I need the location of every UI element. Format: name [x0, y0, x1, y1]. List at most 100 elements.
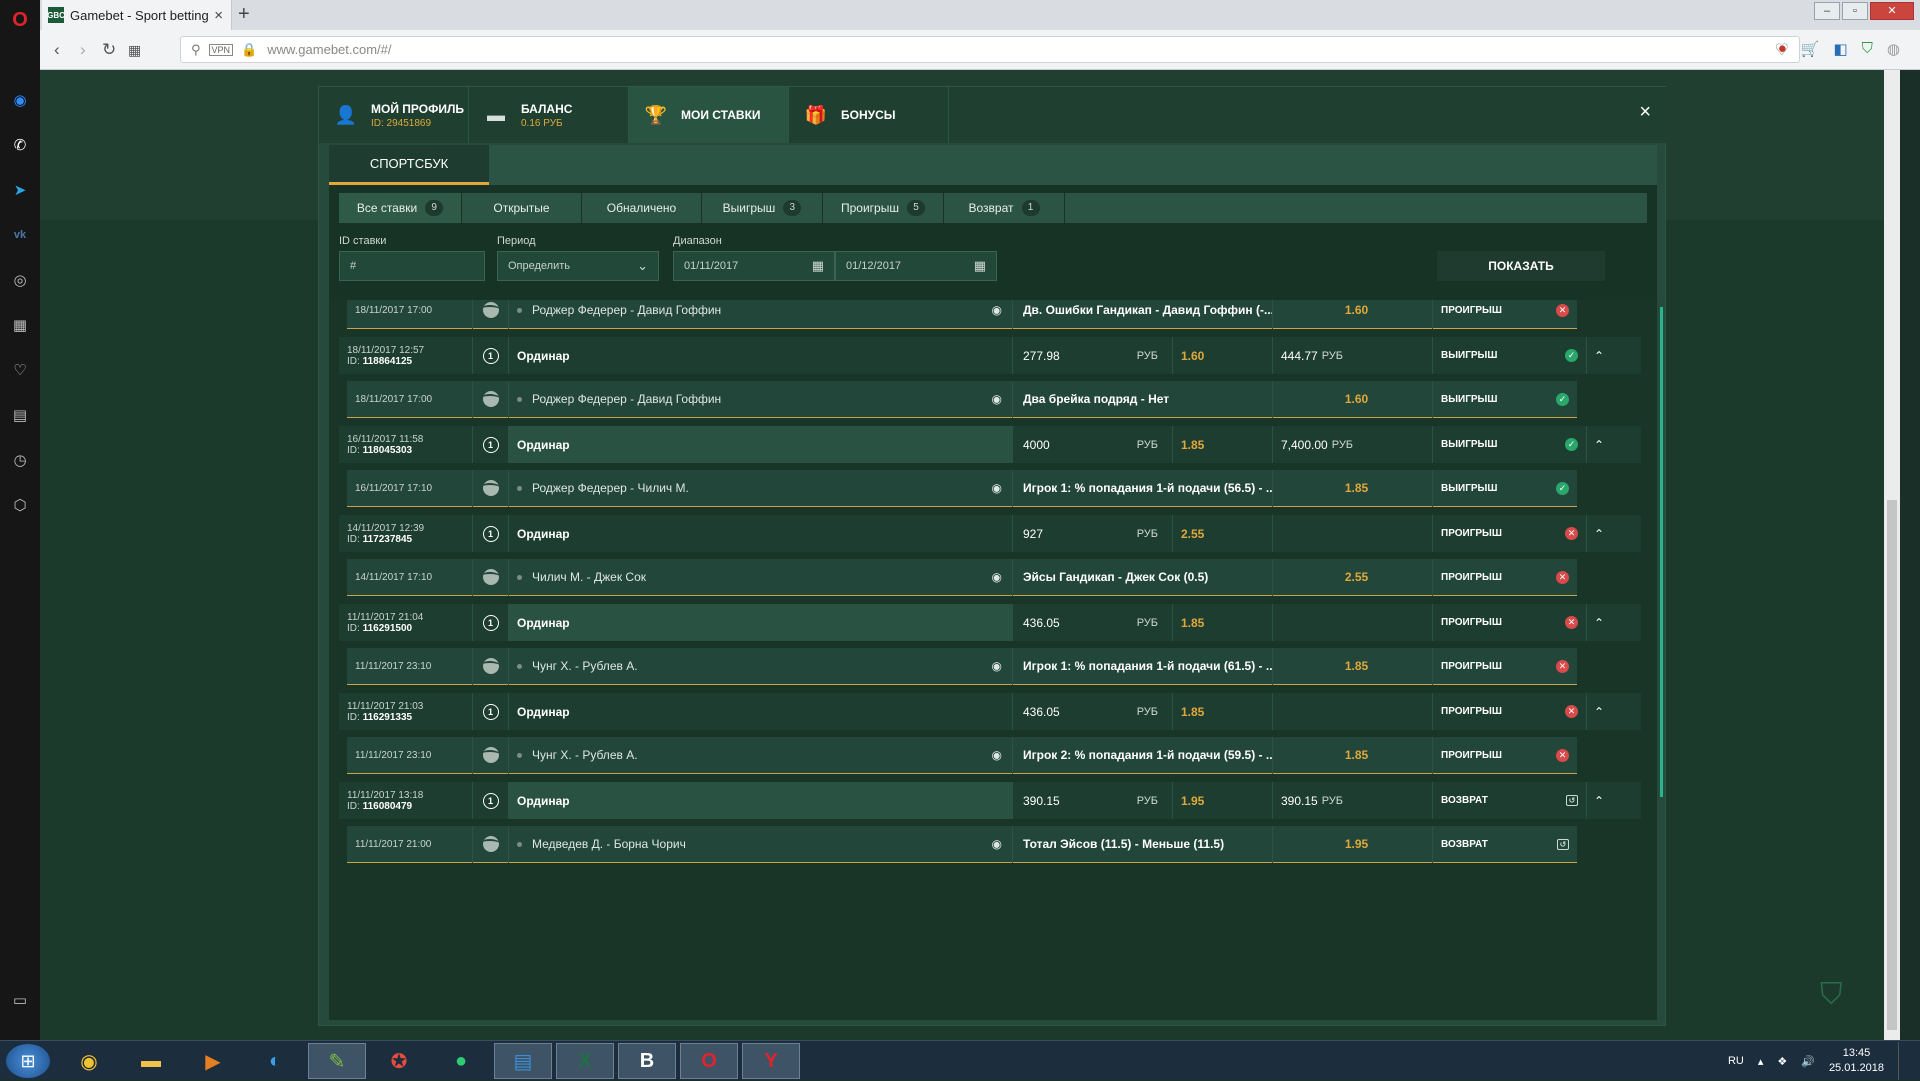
bet-row[interactable]: 18/11/2017 12:57 ID: 118864125 1 Ординар 277… — [339, 337, 1641, 374]
filter-tab-cashed[interactable]: Обналичено — [582, 193, 702, 223]
messenger-icon[interactable]: ◉ — [8, 88, 32, 112]
info-icon[interactable]: ◉ — [992, 392, 1002, 406]
market: Эйсы Гандикап - Джек Сок (0.5) — [1013, 558, 1273, 596]
news-icon[interactable]: ▤ — [8, 403, 32, 427]
modal-close-icon[interactable]: × — [1639, 101, 1651, 124]
period-select[interactable]: Определить ⌄ — [497, 251, 659, 281]
game-app-icon[interactable]: ✪ — [370, 1043, 428, 1079]
info-icon[interactable]: ◉ — [992, 570, 1002, 584]
media-player-icon[interactable]: ▶ — [184, 1043, 242, 1079]
show-desktop-button[interactable] — [1898, 1042, 1910, 1080]
return-icon: ↺ — [1557, 838, 1569, 850]
back-icon[interactable]: ‹ — [54, 40, 60, 60]
speed-dial-icon[interactable]: ▦ — [128, 42, 141, 59]
vpn-badge[interactable]: VPN — [208, 43, 234, 56]
tab-sportsbook[interactable]: СПОРТСБУК — [329, 145, 489, 185]
collapse-chevron-icon[interactable]: ⌃ — [1587, 515, 1611, 552]
bet-id-value: 116291335 — [362, 711, 413, 723]
lock-icon[interactable]: 🔒 — [241, 42, 257, 58]
melon-app-icon[interactable]: ● — [432, 1043, 490, 1079]
notes-app-icon[interactable]: ✎ — [308, 1043, 366, 1079]
camera-icon[interactable]: ◎ — [8, 268, 32, 292]
collapse-chevron-icon[interactable]: ⌃ — [1587, 604, 1611, 641]
scroll-thumb[interactable] — [1887, 500, 1897, 1030]
folder-icon[interactable]: ▬ — [122, 1043, 180, 1079]
tray-arrow-icon[interactable]: ▴ — [1758, 1055, 1764, 1068]
clock[interactable]: 13:45 25.01.2018 — [1829, 1046, 1884, 1076]
extensions-cube-icon[interactable]: ⬡ — [8, 493, 32, 517]
whatsapp-icon[interactable]: ✆ — [8, 133, 32, 157]
cross-icon: ✕ — [1556, 303, 1569, 317]
volume-icon[interactable]: 🔊 — [1801, 1055, 1815, 1068]
list-scroll-indicator[interactable] — [1660, 307, 1663, 797]
bet-row[interactable]: 11/11/2017 21:04 ID: 116291500 1 Ординар 436… — [339, 604, 1641, 641]
tennis-ball-icon — [482, 569, 499, 585]
vk-icon[interactable]: vk — [8, 223, 32, 247]
maximize-icon[interactable]: ▫ — [1842, 2, 1868, 20]
tab-bonuses[interactable]: 🎁 БОНУСЫ — [789, 87, 949, 143]
adblock-extension-icon[interactable]: ● — [1778, 40, 1787, 58]
collapse-chevron-icon[interactable]: ⌃ — [1587, 782, 1611, 819]
bet-row[interactable]: 16/11/2017 11:58 ID: 118045303 1 Ординар 400… — [339, 426, 1641, 463]
history-icon[interactable]: ◷ — [8, 448, 32, 472]
yandex-icon[interactable]: Y — [742, 1043, 800, 1079]
bet-row[interactable]: 11/11/2017 21:03 ID: 116291335 1 Ординар 436… — [339, 693, 1641, 730]
minimize-icon[interactable]: – — [1814, 2, 1840, 20]
show-button[interactable]: ПОКАЗАТЬ — [1437, 251, 1605, 281]
date-to-field[interactable]: 01/12/2017 ▦ — [835, 251, 997, 281]
filter-tab-label: Проигрыш — [841, 201, 899, 215]
tab-close-icon[interactable]: × — [214, 7, 223, 24]
new-tab-icon[interactable]: + — [238, 3, 250, 26]
opera-taskbar-icon[interactable]: O — [680, 1043, 738, 1079]
bet-type: Ординар — [509, 337, 1013, 374]
cart-extension-icon[interactable]: 🛒 — [1801, 40, 1820, 58]
sidebar-toggle-icon[interactable]: ▭ — [8, 988, 32, 1012]
globe-icon[interactable]: ◍ — [1887, 40, 1900, 58]
filter-tab-all[interactable]: Все ставки 9 — [339, 193, 462, 223]
tab-balance[interactable]: ▬ БАЛАНС 0.16 РУБ — [469, 87, 629, 143]
info-icon[interactable]: ◉ — [992, 748, 1002, 762]
support-shield-icon[interactable]: ⛉ — [1820, 978, 1854, 1018]
window-close-icon[interactable]: ✕ — [1870, 2, 1914, 20]
chrome-icon[interactable]: ◉ — [60, 1043, 118, 1079]
browser-tab[interactable]: GBC Gamebet - Sport betting × — [42, 0, 232, 30]
telegram-icon[interactable]: ➤ — [8, 178, 32, 202]
bet-row[interactable]: 11/11/2017 13:18 ID: 116080479 1 Ординар 390… — [339, 782, 1641, 819]
info-icon[interactable]: ◉ — [992, 837, 1002, 851]
date-from-field[interactable]: 01/11/2017 ▦ — [673, 251, 835, 281]
ccleaner-icon[interactable]: ◐ — [246, 1043, 304, 1079]
opera-logo-icon[interactable]: O — [8, 8, 32, 32]
calendar-icon[interactable]: ▦ — [974, 258, 986, 274]
selection-odds: 1.60 — [1273, 380, 1433, 418]
info-icon[interactable]: ◉ — [992, 659, 1002, 673]
cross-icon: ✕ — [1556, 570, 1569, 584]
excel-icon[interactable]: X — [556, 1043, 614, 1079]
dropbox-icon[interactable]: ❖ — [1777, 1055, 1787, 1068]
info-icon[interactable]: ◉ — [992, 303, 1002, 317]
shield-extension-icon[interactable]: ⛉ — [1862, 40, 1873, 58]
heart-icon[interactable]: ♡ — [8, 358, 32, 382]
filter-tab-lost[interactable]: Проигрыш 5 — [823, 193, 944, 223]
page-scrollbar[interactable] — [1884, 70, 1900, 1040]
speed-dial-sidebar-icon[interactable]: ▦ — [8, 313, 32, 337]
collapse-chevron-icon[interactable]: ⌃ — [1587, 426, 1611, 463]
file-manager-icon[interactable]: ▤ — [494, 1043, 552, 1079]
filter-tab-open[interactable]: Открытые — [462, 193, 582, 223]
language-indicator[interactable]: RU — [1728, 1055, 1744, 1067]
translate-extension-icon[interactable]: ◧ — [1833, 40, 1847, 58]
tab-my-bets[interactable]: 🏆 МОИ СТАВКИ — [629, 87, 789, 143]
calendar-icon[interactable]: ▦ — [812, 258, 824, 274]
info-icon[interactable]: ◉ — [992, 481, 1002, 495]
filter-tab-won[interactable]: Выигрыш 3 — [702, 193, 823, 223]
start-button[interactable]: ⊞ — [6, 1044, 50, 1078]
forward-icon[interactable]: › — [80, 40, 86, 60]
bet-row[interactable]: 14/11/2017 12:39 ID: 117237845 1 Ординар 927… — [339, 515, 1641, 552]
tab-my-profile[interactable]: 👤 МОЙ ПРОФИЛЬ ID: 29451869 — [319, 87, 469, 143]
collapse-chevron-icon[interactable]: ⌃ — [1587, 337, 1611, 374]
filter-tab-return[interactable]: Возврат 1 — [944, 193, 1065, 223]
bet-id-input[interactable]: # — [339, 251, 485, 281]
reload-icon[interactable]: ↻ — [102, 40, 116, 60]
url-field[interactable]: ⚲ VPN 🔒 www.gamebet.com/#/ ♡ — [180, 36, 1800, 63]
collapse-chevron-icon[interactable]: ⌃ — [1587, 693, 1611, 730]
b-app-icon[interactable]: B — [618, 1043, 676, 1079]
